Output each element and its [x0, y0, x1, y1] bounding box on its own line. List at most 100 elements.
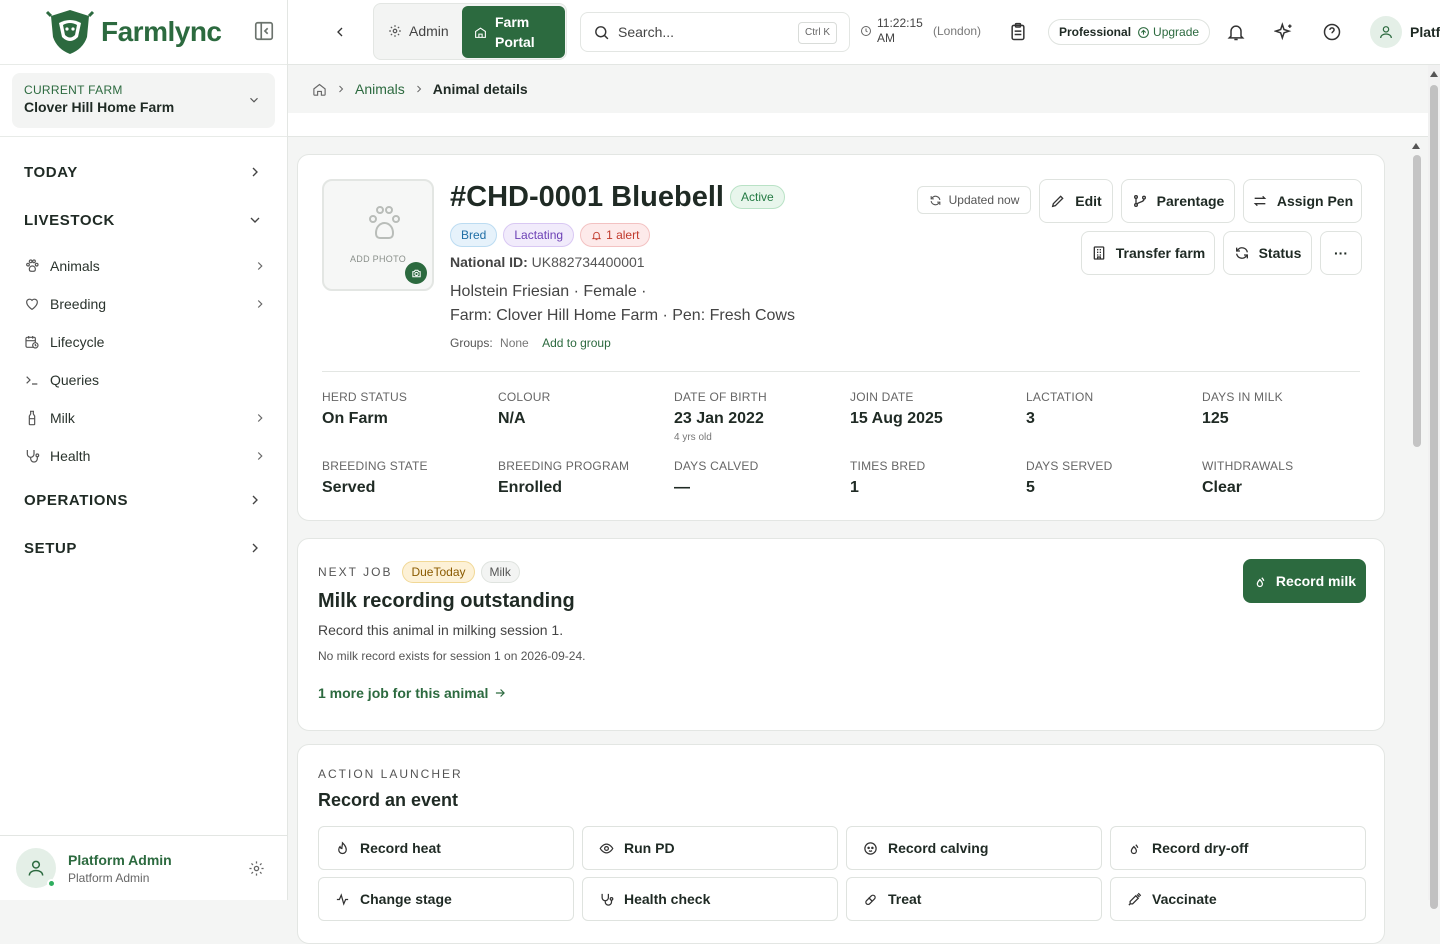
run-pd-button[interactable]: Run PD: [582, 826, 838, 870]
parentage-button[interactable]: Parentage: [1121, 179, 1235, 223]
current-farm-caption: CURRENT FARM: [24, 83, 123, 97]
more-actions-button[interactable]: ···: [1320, 231, 1362, 275]
breadcrumb-animals[interactable]: Animals: [355, 81, 405, 97]
help-icon[interactable]: [1322, 22, 1342, 42]
top-user-name[interactable]: Platf: [1410, 24, 1440, 40]
avatar[interactable]: [1370, 16, 1402, 48]
admin-portal-tab[interactable]: Admin: [388, 23, 449, 39]
search-input[interactable]: Search... Ctrl K: [580, 12, 850, 52]
breadcrumb: Animals Animal details: [288, 65, 1428, 113]
record-heat-button[interactable]: Record heat: [318, 826, 574, 870]
sidebar-item-lifecycle[interactable]: Lifecycle: [24, 330, 267, 354]
camera-button[interactable]: [405, 262, 427, 284]
tag-alert[interactable]: 1 alert: [580, 223, 651, 247]
bell-icon[interactable]: [1226, 22, 1246, 42]
status-label: Status: [1258, 245, 1302, 261]
chevron-right-icon: [253, 449, 267, 463]
chevron-right-icon: [335, 83, 347, 95]
back-chevron-icon[interactable]: [332, 24, 348, 40]
chevron-right-icon: [247, 492, 263, 508]
stat-label: DAYS CALVED: [674, 459, 759, 473]
bell-icon: [591, 230, 602, 241]
next-job-title: Milk recording outstanding: [318, 590, 575, 612]
stat-value: Served: [322, 479, 376, 496]
record-dry-off-button[interactable]: Record dry-off: [1110, 826, 1366, 870]
gear-icon[interactable]: [248, 860, 265, 877]
collapse-sidebar-icon[interactable]: [253, 20, 275, 42]
stat-value: On Farm: [322, 410, 388, 427]
content-header-strip: [288, 113, 1428, 137]
transfer-farm-button[interactable]: Transfer farm: [1081, 231, 1215, 275]
clock-time: 11:22:15 AM: [877, 16, 923, 45]
content-scrollbar[interactable]: [1412, 137, 1422, 900]
page-scrollbar[interactable]: [1428, 65, 1440, 909]
pill-icon: [863, 892, 878, 907]
paw-icon: [24, 258, 40, 274]
stat-breeding-program: BREEDING PROGRAM Enrolled: [498, 459, 668, 497]
treat-button[interactable]: Treat: [846, 877, 1102, 921]
building-icon: [1091, 245, 1107, 261]
clipboard-icon[interactable]: [1008, 22, 1028, 42]
scrollbar-thumb[interactable]: [1413, 155, 1421, 447]
chevron-right-icon: [253, 297, 267, 311]
droplets-icon: [1253, 574, 1268, 589]
action-label: Record calving: [888, 840, 989, 856]
edit-button[interactable]: Edit: [1039, 179, 1113, 223]
app-name: Farmlync: [101, 16, 222, 47]
scrollbar-thumb[interactable]: [1430, 85, 1438, 909]
health-check-button[interactable]: Health check: [582, 877, 838, 921]
assign-pen-label: Assign Pen: [1276, 193, 1354, 209]
nav-section-label: LIVESTOCK: [24, 211, 115, 229]
nav-section-today[interactable]: TODAY: [24, 160, 263, 184]
farm-portal-tab[interactable]: Farm Portal: [462, 6, 565, 58]
sparkles-icon[interactable]: [1274, 22, 1294, 42]
nav-section-livestock[interactable]: LIVESTOCK: [24, 208, 263, 232]
record-milk-button[interactable]: Record milk: [1243, 559, 1366, 603]
record-calving-button[interactable]: Record calving: [846, 826, 1102, 870]
clock-timezone: (London): [933, 24, 982, 38]
sidebar-item-milk[interactable]: Milk: [24, 406, 267, 430]
nav-section-operations[interactable]: OPERATIONS: [24, 488, 263, 512]
nav-section-label: SETUP: [24, 539, 78, 557]
chevron-right-icon: [413, 83, 425, 95]
current-farm-name: Clover Hill Home Farm: [24, 99, 175, 115]
sidebar-item-health[interactable]: Health: [24, 444, 267, 468]
change-stage-button[interactable]: Change stage: [318, 877, 574, 921]
stethoscope-icon: [24, 448, 40, 464]
topbar: Admin Farm Portal Search... Ctrl K 11:22…: [288, 0, 1440, 65]
vaccinate-button[interactable]: Vaccinate: [1110, 877, 1366, 921]
job-type-badge: Milk: [480, 561, 520, 583]
scroll-up-arrow[interactable]: [1430, 71, 1438, 77]
stat-value: 1: [850, 479, 859, 496]
more-jobs-label: 1 more job for this animal: [318, 685, 489, 701]
scroll-up-arrow[interactable]: [1412, 143, 1420, 149]
sidebar-item-label: Milk: [50, 410, 75, 426]
baby-icon: [863, 841, 878, 856]
stat-value: 23 Jan 2022: [674, 410, 764, 427]
nav-section-setup[interactable]: SETUP: [24, 536, 263, 560]
refresh-icon: [929, 194, 942, 207]
action-label: Run PD: [624, 840, 675, 856]
status-button[interactable]: Status: [1223, 231, 1312, 275]
user-profile[interactable]: Platform Admin Platform Admin: [0, 835, 287, 900]
add-to-group-link[interactable]: Add to group: [542, 336, 611, 350]
plan-badge[interactable]: Professional Upgrade: [1048, 19, 1211, 45]
upgrade-link[interactable]: Upgrade: [1137, 25, 1199, 39]
updated-indicator[interactable]: Updated now: [917, 186, 1031, 214]
arrow-up-circle-icon: [1137, 26, 1150, 39]
home-icon[interactable]: [312, 82, 327, 97]
sidebar-item-animals[interactable]: Animals: [24, 254, 267, 278]
search-placeholder: Search...: [618, 24, 675, 40]
sidebar-item-breeding[interactable]: Breeding: [24, 292, 267, 316]
due-badge: DueToday: [402, 561, 475, 583]
logo[interactable]: Farmlync: [0, 0, 287, 65]
sidebar-item-queries[interactable]: Queries: [24, 368, 267, 392]
stat-label: DATE OF BIRTH: [674, 390, 767, 404]
add-photo-button[interactable]: ADD PHOTO: [322, 179, 434, 291]
groups-value: None: [500, 336, 529, 350]
more-jobs-link[interactable]: 1 more job for this animal: [318, 685, 507, 701]
assign-pen-button[interactable]: Assign Pen: [1243, 179, 1362, 223]
current-farm-selector[interactable]: CURRENT FARM Clover Hill Home Farm: [12, 73, 275, 128]
stat-value: 3: [1026, 410, 1035, 427]
national-id-label: National ID:: [450, 254, 528, 270]
